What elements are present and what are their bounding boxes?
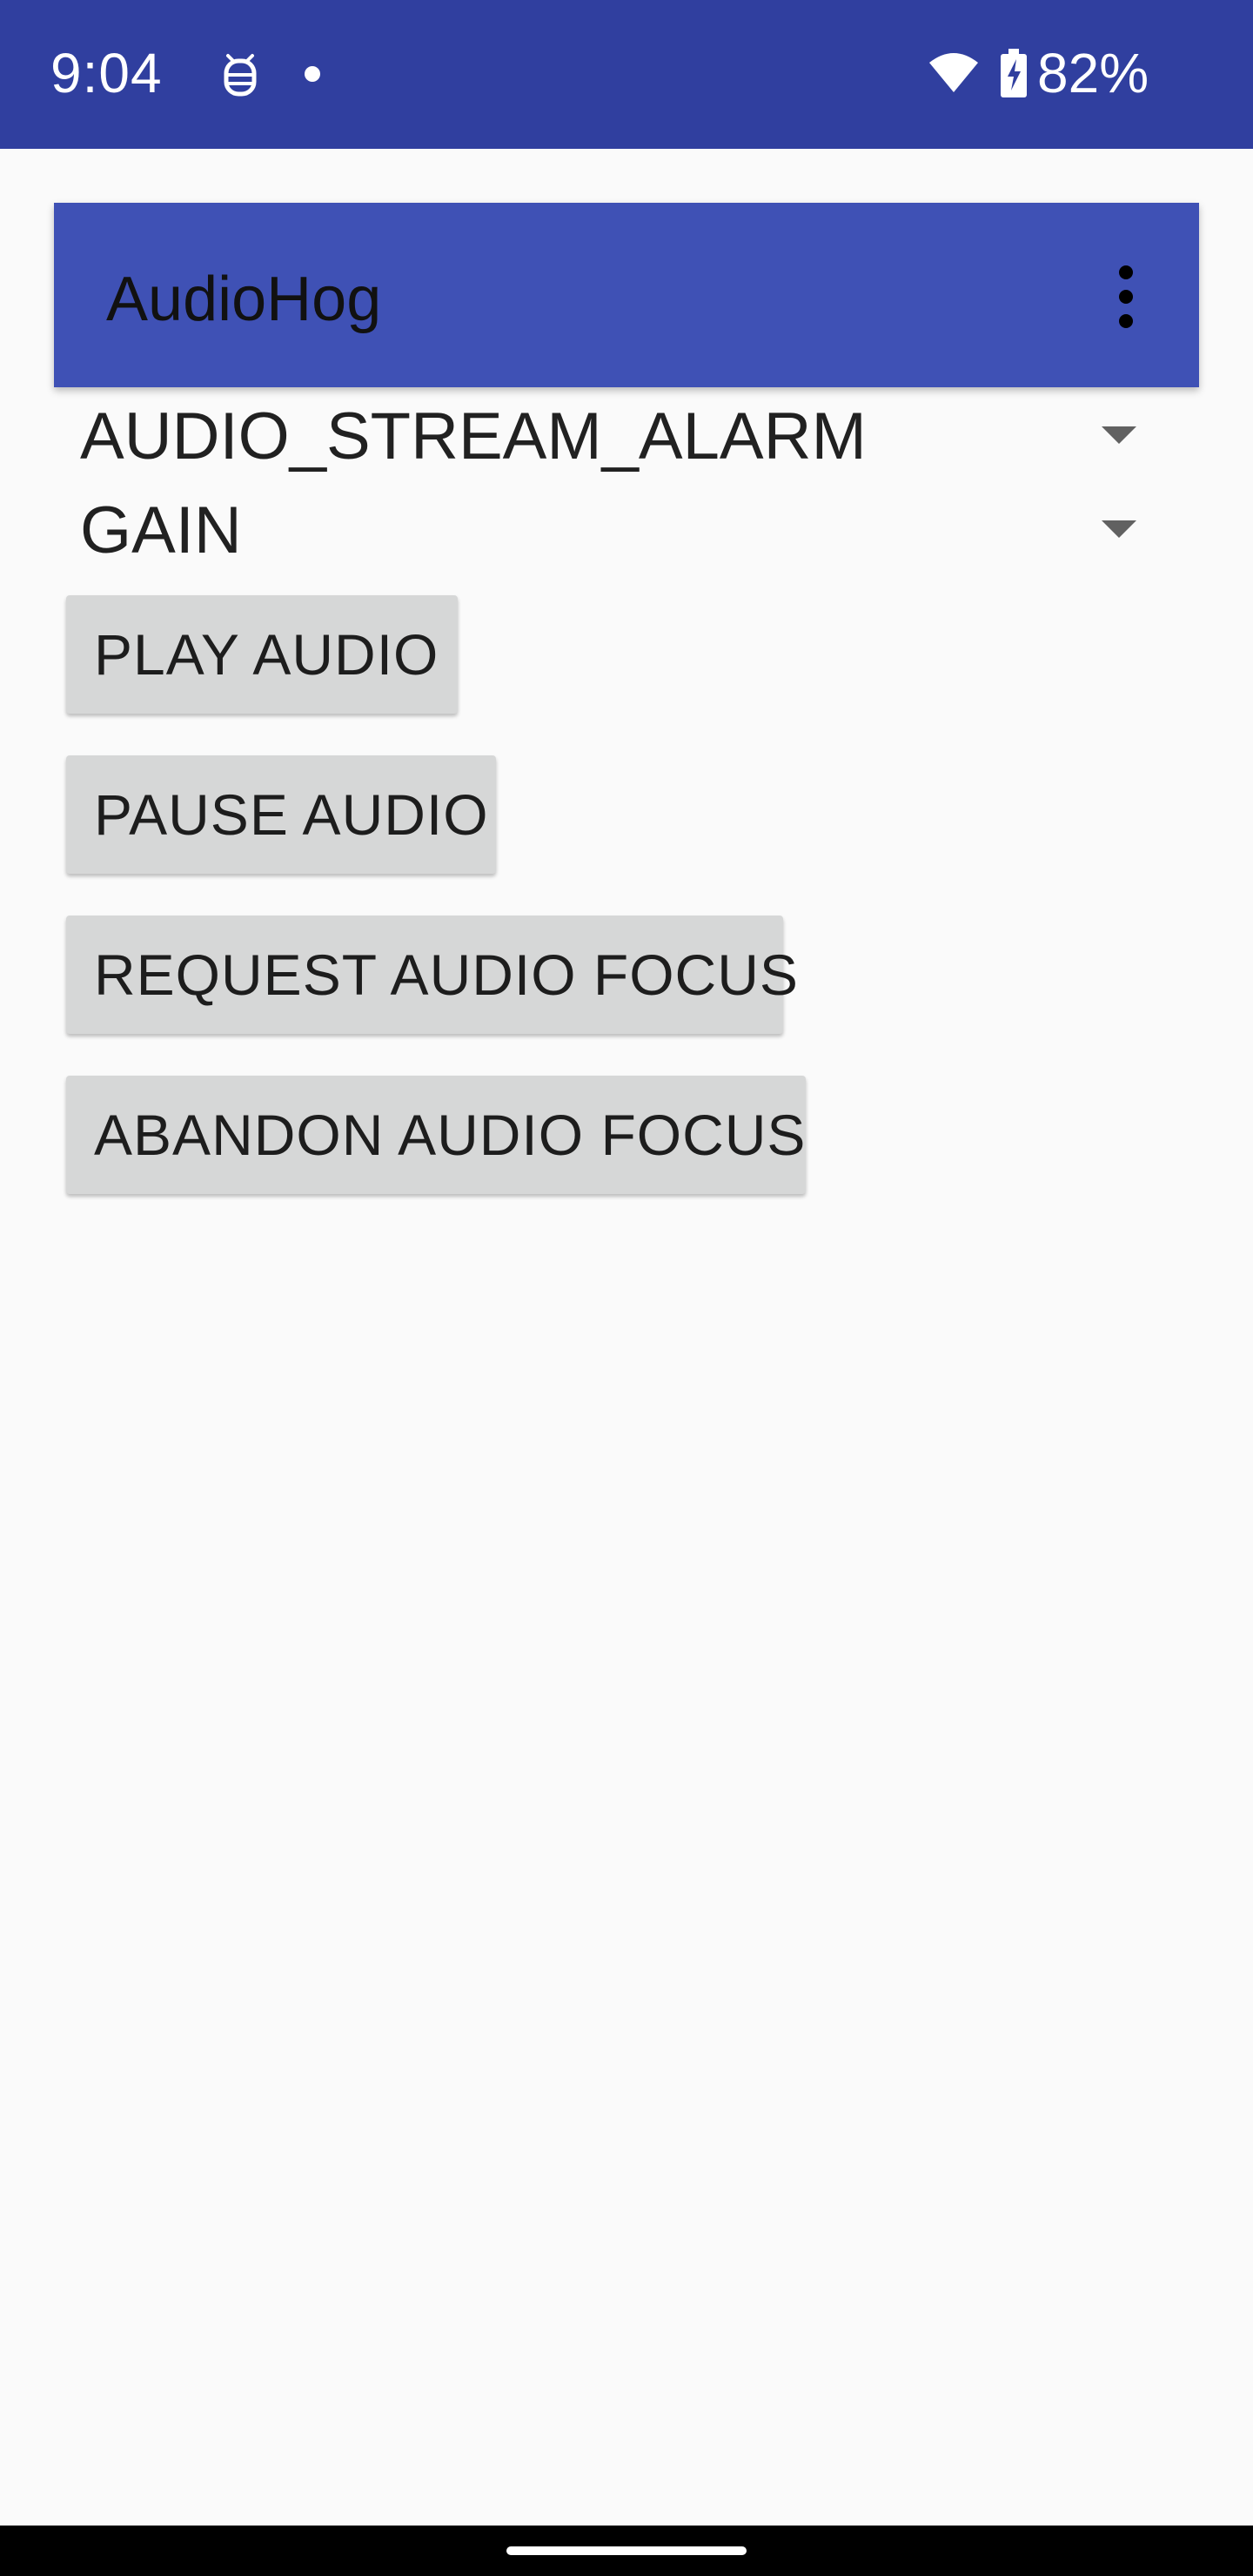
app-bar: AudioHog [54,203,1199,387]
navigation-bar [0,2526,1253,2576]
notification-dot-icon [305,66,320,82]
menu-dot [1119,314,1133,328]
request-audio-focus-button[interactable]: REQUEST AUDIO FOCUS [66,916,798,1034]
menu-dot [1119,265,1133,279]
screen: 9:04 82% AudioHog AUDIO_STREAM_ALARM GAI… [0,0,1253,2576]
play-audio-button[interactable]: PLAY AUDIO [66,595,458,714]
wifi-icon [929,53,978,92]
battery-percent: 82% [1037,42,1149,104]
home-gesture-handle[interactable] [506,2546,747,2555]
pause-audio-button[interactable]: PAUSE AUDIO [66,755,496,874]
status-bar: 9:04 82% [0,0,1253,149]
battery-charging-icon [1001,49,1027,97]
menu-dot [1119,290,1133,304]
app-title: AudioHog [106,265,382,334]
status-time: 9:04 [50,42,163,104]
focus-type-spinner[interactable]: GAIN [70,487,1149,571]
dropdown-arrow-icon [1102,426,1136,444]
stream-type-value: AUDIO_STREAM_ALARM [80,399,867,473]
android-debug-icon [224,54,257,97]
focus-type-value: GAIN [80,493,242,567]
abandon-audio-focus-button[interactable]: ABANDON AUDIO FOCUS [66,1076,806,1194]
stream-type-spinner[interactable]: AUDIO_STREAM_ALARM [70,393,1149,477]
dropdown-arrow-icon [1102,520,1136,538]
overflow-menu-icon[interactable] [1109,265,1143,328]
